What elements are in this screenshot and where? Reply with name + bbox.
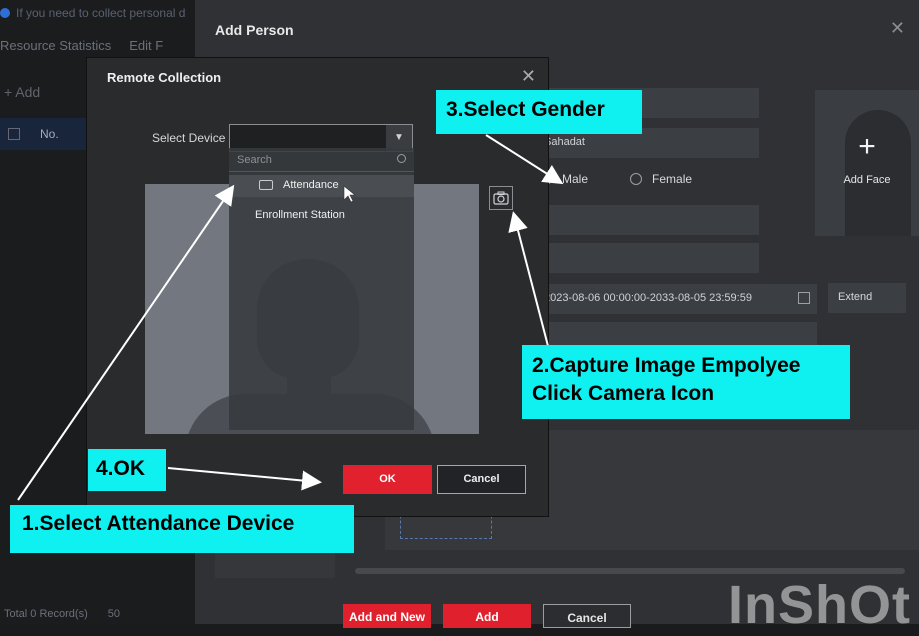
- radio-female[interactable]: [630, 173, 643, 185]
- validity-field[interactable]: 2023-08-06 00:00:00-2033-08-05 23:59:59: [535, 284, 817, 314]
- cancel-button[interactable]: Cancel: [543, 604, 631, 628]
- extend-label: Extend: [838, 291, 873, 303]
- gender-female-label: Female: [652, 172, 693, 186]
- gender-radio-group: Male Female: [540, 172, 692, 186]
- add-button-bg[interactable]: + Add: [4, 84, 40, 100]
- callout-step2: 2.Capture Image Empolyee Click Camera Ic…: [522, 345, 850, 419]
- background-tabs: Resource Statistics Edit F: [0, 38, 163, 53]
- callout-step1-text: 1.Select Attendance Device: [22, 512, 295, 535]
- callout-step3: 3.Select Gender: [436, 90, 642, 134]
- cancel-button[interactable]: Cancel: [437, 465, 526, 494]
- add-label: Add: [15, 84, 41, 100]
- table-footer: Total 0 Record(s) 50: [4, 608, 120, 620]
- add-label: Add: [475, 610, 499, 624]
- privacy-notice: If you need to collect personal d: [0, 6, 185, 20]
- add-face-box[interactable]: + Add Face: [815, 90, 919, 236]
- close-icon[interactable]: ✕: [890, 18, 905, 39]
- info-icon: [0, 8, 10, 18]
- device-label-enrollment: Enrollment Station: [255, 209, 345, 221]
- name-value: Sahadat: [544, 136, 585, 148]
- search-input[interactable]: Search: [229, 148, 414, 172]
- callout-step3-text: 3.Select Gender: [446, 98, 605, 121]
- dialog-title: Remote Collection: [107, 70, 222, 85]
- select-device-label: Select Device: [152, 131, 226, 145]
- calendar-icon[interactable]: [798, 292, 810, 304]
- extend-select[interactable]: Extend: [828, 283, 906, 313]
- ok-button[interactable]: OK: [343, 465, 432, 494]
- ok-label: OK: [379, 473, 396, 485]
- add-face-label: Add Face: [843, 174, 891, 186]
- dialog-title: Add Person: [215, 22, 294, 38]
- search-placeholder: Search: [237, 154, 272, 166]
- select-all-checkbox[interactable]: [8, 128, 20, 140]
- col-no: No.: [40, 127, 59, 141]
- add-and-new-button[interactable]: Add and New: [343, 604, 431, 628]
- tab-edit[interactable]: Edit F: [129, 38, 163, 53]
- callout-step4-text: 4.OK: [96, 457, 146, 480]
- callout-step4: 4.OK: [88, 449, 166, 491]
- plus-icon: +: [858, 130, 876, 163]
- callout-step2-line1: 2.Capture Image Empolyee: [532, 354, 801, 377]
- camera-icon[interactable]: [489, 186, 513, 210]
- field-4[interactable]: [535, 243, 759, 273]
- watermark: InShOt: [728, 575, 911, 635]
- page-size-select[interactable]: 50: [108, 608, 120, 620]
- search-icon: [397, 154, 406, 163]
- add-button[interactable]: Add: [443, 604, 531, 628]
- add-and-new-label: Add and New: [348, 610, 425, 624]
- camera-icon-svg: [493, 191, 509, 205]
- close-icon[interactable]: ✕: [521, 66, 536, 87]
- validity-value: 2023-08-06 00:00:00-2033-08-05 23:59:59: [544, 292, 752, 304]
- field-3[interactable]: [535, 205, 759, 235]
- face-placeholder: [845, 110, 911, 236]
- dropdown-item-attendance[interactable]: Attendance: [229, 175, 414, 197]
- device-icon: [259, 180, 273, 190]
- device-label-attendance: Attendance: [283, 179, 339, 191]
- dropdown-item-enrollment[interactable]: Enrollment Station: [229, 204, 414, 226]
- cancel-label: Cancel: [463, 473, 500, 485]
- callout-step2-line2: Click Camera Icon: [532, 382, 715, 405]
- notice-text: If you need to collect personal d: [16, 6, 186, 20]
- record-count: Total 0 Record(s): [4, 608, 88, 620]
- callout-step1: 1.Select Attendance Device: [10, 505, 354, 553]
- tab-resource-statistics[interactable]: Resource Statistics: [0, 38, 111, 53]
- cancel-label: Cancel: [567, 611, 607, 625]
- gender-male-label: Male: [562, 172, 589, 186]
- device-dropdown: Search Attendance Enrollment Station: [229, 148, 414, 430]
